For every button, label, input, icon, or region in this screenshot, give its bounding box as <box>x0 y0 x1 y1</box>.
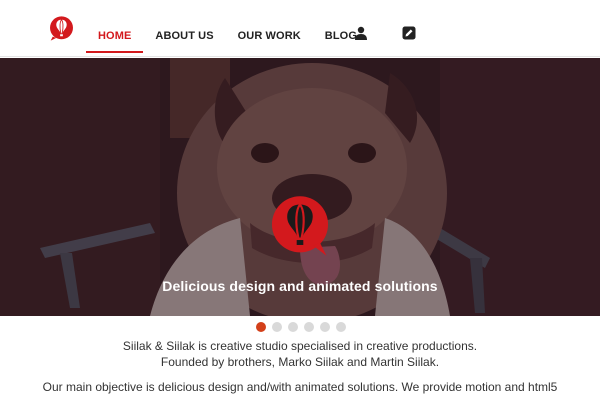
nav-item-our-work[interactable]: OUR WORK <box>226 22 313 51</box>
hero-slider: Delicious design and animated solutions <box>0 58 600 316</box>
nav-item-home[interactable]: HOME <box>86 22 144 53</box>
balloon-logo-icon[interactable] <box>48 15 75 42</box>
user-icon[interactable] <box>354 26 368 40</box>
pencil-icon[interactable] <box>402 26 416 40</box>
nav-item-about-us[interactable]: ABOUT US <box>143 22 225 51</box>
hero-tagline: Delicious design and animated solutions <box>162 278 438 294</box>
page: HOME ABOUT US OUR WORK BLOG Delicious de… <box>0 0 600 400</box>
slider-dot[interactable] <box>288 322 298 332</box>
slider-dot[interactable] <box>256 322 266 332</box>
main-nav: HOME ABOUT US OUR WORK BLOG <box>86 22 369 53</box>
intro-line-2: Founded by brothers, Marko Siilak and Ma… <box>160 355 440 369</box>
slider-dot[interactable] <box>336 322 346 332</box>
slider-dots <box>256 322 346 332</box>
hot-air-balloon-chat-icon <box>271 196 329 256</box>
intro-line-1: Siilak & Siilak is creative studio speci… <box>122 339 478 353</box>
intro-paragraph-2: Our main objective is delicious design a… <box>0 379 600 395</box>
site-header: HOME ABOUT US OUR WORK BLOG <box>0 0 600 57</box>
slider-dot[interactable] <box>272 322 282 332</box>
slider-dot[interactable] <box>304 322 314 332</box>
intro-line-3: Our main objective is delicious design a… <box>42 380 558 394</box>
slider-dot[interactable] <box>320 322 330 332</box>
intro-paragraph-1: Siilak & Siilak is creative studio speci… <box>0 338 600 370</box>
